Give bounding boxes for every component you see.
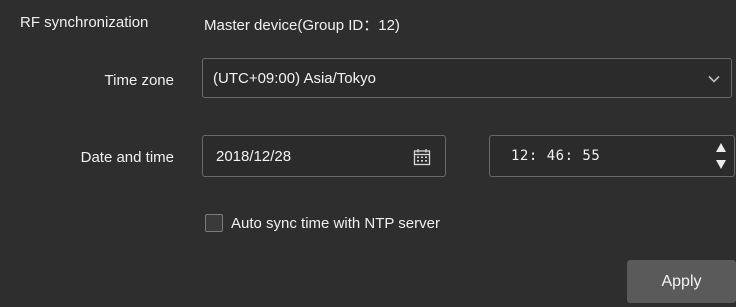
- time-zone-label: Time zone: [104, 72, 174, 89]
- date-time-label: Date and time: [80, 149, 174, 166]
- time-value: 12: 46: 55: [511, 148, 601, 164]
- time-input[interactable]: 12: 46: 55: [489, 135, 735, 177]
- date-input[interactable]: 2018/12/28: [202, 135, 446, 177]
- calendar-icon[interactable]: [413, 148, 431, 166]
- time-zone-selected-value: (UTC+09:00) Asia/Tokyo: [213, 70, 376, 87]
- spinner-arrows-icon[interactable]: [714, 140, 728, 172]
- date-value: 2018/12/28: [216, 148, 292, 165]
- rf-sync-value: Master device(Group ID：12): [204, 17, 400, 34]
- apply-button[interactable]: Apply: [627, 260, 736, 303]
- rf-sync-label: RF synchronization: [20, 14, 149, 31]
- ntp-sync-label[interactable]: Auto sync time with NTP server: [231, 215, 440, 232]
- chevron-down-icon: [708, 75, 720, 83]
- ntp-sync-checkbox[interactable]: [205, 214, 223, 232]
- time-settings-panel: RF synchronization Master device(Group I…: [0, 0, 736, 307]
- time-zone-select[interactable]: (UTC+09:00) Asia/Tokyo: [202, 58, 732, 98]
